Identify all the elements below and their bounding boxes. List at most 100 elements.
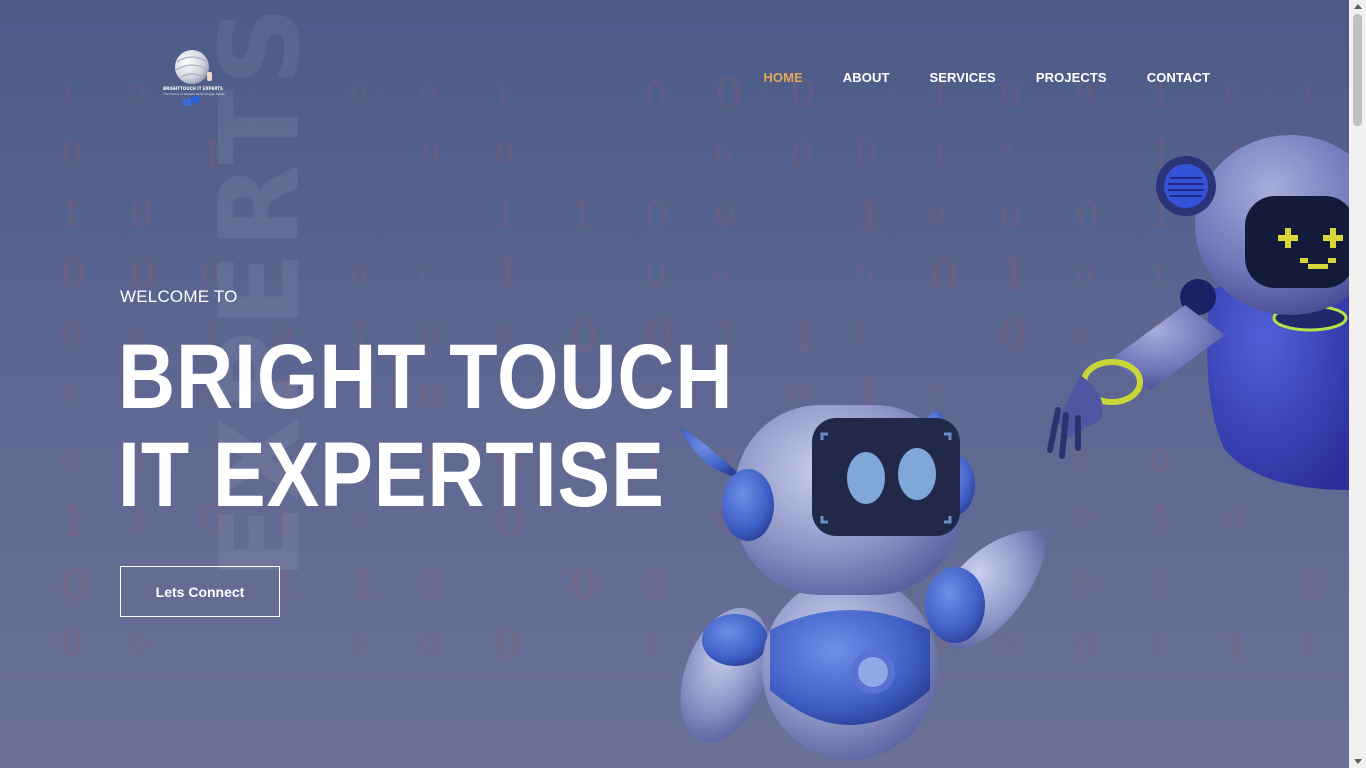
nav-home[interactable]: HOME bbox=[763, 70, 802, 85]
binary-digit: 0 bbox=[1150, 440, 1171, 480]
binary-digit: 1 bbox=[1150, 630, 1166, 660]
binary-digit: 1 bbox=[855, 320, 872, 350]
binary-digit: 1 bbox=[790, 439, 813, 480]
binary-digit: 0 bbox=[645, 254, 668, 295]
binary-digit: 1 bbox=[855, 562, 881, 608]
binary-digit: 1 bbox=[495, 80, 511, 110]
nav-contact[interactable]: CONTACT bbox=[1147, 70, 1210, 85]
binary-digit: 0 bbox=[420, 137, 440, 172]
hero-page: 1 0 1 0 0 1 0 1 0 0 0 0 0 0 1 1 0 0 1 0 1 0 0 1 0 1 1 1 1 0 0 1 1 0 1 0 0 0 0 0… bbox=[0, 0, 1366, 768]
binary-digit: 1 bbox=[495, 249, 523, 300]
binary-digit: 1 bbox=[855, 188, 884, 242]
binary-digit: 0 bbox=[60, 624, 83, 665]
binary-digit: 0 bbox=[1300, 368, 1329, 422]
binary-digit: 1 bbox=[1300, 563, 1324, 607]
nav-about[interactable]: ABOUT bbox=[843, 70, 890, 85]
binary-digit: 0 bbox=[855, 134, 878, 175]
hero-title: BRIGHT TOUCH IT EXPERTISE bbox=[118, 328, 733, 524]
globe-icon bbox=[175, 50, 212, 84]
binary-digit: 0 bbox=[350, 80, 367, 110]
binary-digit: 0 bbox=[1300, 255, 1321, 295]
binary-digit: 0 bbox=[1000, 310, 1027, 359]
page-scrollbar[interactable] bbox=[1349, 0, 1366, 768]
binary-digit: 1 bbox=[1150, 133, 1175, 177]
binary-digit: 1 bbox=[570, 193, 594, 237]
hero-title-line1: BRIGHT TOUCH bbox=[118, 326, 734, 428]
binary-digit: 1 bbox=[1225, 625, 1246, 665]
binary-digit: 1 bbox=[1225, 312, 1251, 358]
binary-digit: 1 bbox=[930, 136, 950, 173]
scroll-up-icon[interactable] bbox=[1354, 4, 1362, 9]
binary-digit: 1 bbox=[715, 627, 735, 662]
binary-digit: 1 bbox=[60, 493, 89, 547]
nav-services[interactable]: SERVICES bbox=[930, 70, 996, 85]
binary-digit: 0 bbox=[350, 630, 366, 660]
binary-digit: 1 bbox=[420, 562, 445, 608]
binary-digit: 0 bbox=[60, 250, 87, 299]
logo-accent-icon bbox=[183, 96, 200, 106]
binary-digit: 1 bbox=[1300, 196, 1320, 233]
binary-digit: 1 bbox=[930, 380, 946, 410]
binary-digit: 0 bbox=[645, 193, 670, 237]
binary-digit: 0 bbox=[1075, 193, 1100, 237]
binary-digit: 1 bbox=[790, 310, 817, 359]
binary-digit: 1 bbox=[1150, 195, 1172, 235]
binary-digit: 0 bbox=[1000, 195, 1021, 235]
binary-digit: 0 bbox=[1225, 250, 1252, 299]
binary-digit: 0 bbox=[715, 261, 731, 289]
binary-digit: 0 bbox=[495, 622, 520, 668]
binary-digit: 0 bbox=[930, 564, 953, 605]
hero-welcome-text: WELCOME TO bbox=[120, 287, 238, 306]
binary-digit: 0 bbox=[1225, 81, 1241, 109]
binary-digit: 1 bbox=[645, 629, 663, 661]
binary-digit: 0 bbox=[855, 504, 873, 536]
binary-digit: 0 bbox=[420, 80, 436, 110]
binary-digit: 1 bbox=[1075, 445, 1091, 475]
binary-digit: 0 bbox=[1300, 442, 1319, 477]
binary-digit: 0 bbox=[420, 626, 440, 663]
main-navigation: HOME ABOUT SERVICES PROJECTS CONTACT bbox=[723, 70, 1210, 85]
scroll-down-icon[interactable] bbox=[1354, 759, 1362, 764]
binary-digit: 0 bbox=[1150, 315, 1172, 355]
binary-digit: 0 bbox=[930, 248, 959, 302]
binary-digit: 0 bbox=[420, 261, 436, 289]
binary-digit: 0 bbox=[570, 559, 598, 610]
binary-digit: 1 bbox=[855, 372, 881, 418]
binary-digit: 0 bbox=[60, 444, 78, 476]
binary-digit: 0 bbox=[790, 566, 810, 603]
binary-digit: 0 bbox=[60, 315, 82, 355]
binary-digit: 0 bbox=[1225, 195, 1246, 235]
brand-logo[interactable]: BRIGHTTOUCH IT EXPERTS The Future of Wre… bbox=[163, 48, 225, 110]
binary-digit: 0 bbox=[715, 139, 733, 171]
binary-digit: 1 bbox=[1225, 136, 1245, 173]
binary-digit: 1 bbox=[645, 563, 669, 607]
binary-digit: 1 bbox=[1300, 630, 1317, 660]
binary-digit: 0 bbox=[930, 200, 946, 230]
binary-digit: 0 bbox=[1075, 504, 1093, 536]
logo-name: BRIGHTTOUCH IT EXPERTS bbox=[163, 86, 223, 91]
binary-digit: 0 bbox=[855, 256, 875, 293]
binary-digit: 1 bbox=[1000, 630, 1016, 660]
binary-digit: 0 bbox=[930, 440, 952, 480]
binary-digit: 0 bbox=[350, 259, 368, 291]
nav-projects[interactable]: PROJECTS bbox=[1036, 70, 1107, 85]
lets-connect-button[interactable]: Lets Connect bbox=[120, 566, 280, 617]
binary-digit: 0 bbox=[715, 196, 736, 234]
binary-digit: 1 bbox=[855, 438, 879, 482]
scroll-thumb[interactable] bbox=[1353, 14, 1362, 126]
binary-digit: 0 bbox=[60, 134, 83, 175]
large-robot bbox=[1047, 135, 1366, 490]
binary-digit: 1 bbox=[1150, 570, 1167, 600]
binary-digit: 1 bbox=[60, 80, 77, 110]
binary-digit: 0 bbox=[1075, 320, 1091, 350]
binary-digit: 0 bbox=[1075, 374, 1098, 415]
binary-digit: 0 bbox=[130, 79, 148, 111]
binary-digit: 0 bbox=[60, 558, 89, 612]
binary-digit: 0 bbox=[130, 194, 153, 235]
binary-digit: 1 bbox=[1225, 370, 1252, 419]
binary-digit: 1 bbox=[790, 623, 814, 667]
binary-digit: 0 bbox=[1225, 501, 1246, 539]
binary-digit: 1 bbox=[60, 194, 83, 235]
binary-digit: 0 bbox=[1075, 570, 1092, 600]
binary-digit: 0 bbox=[1075, 625, 1096, 665]
